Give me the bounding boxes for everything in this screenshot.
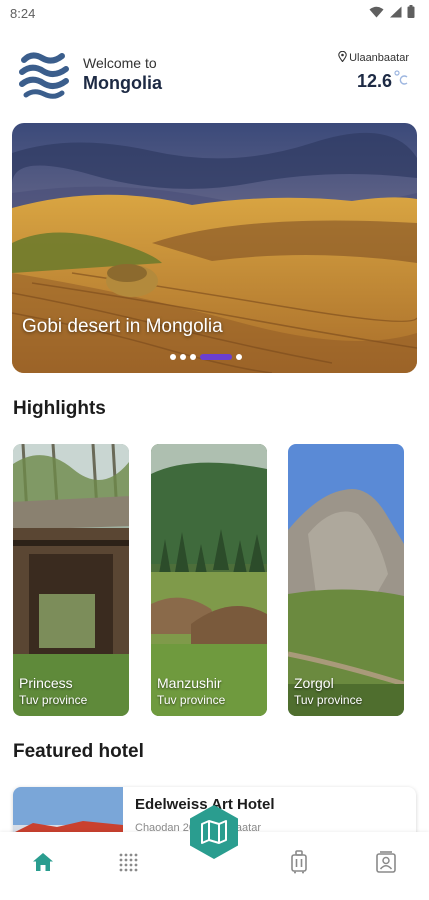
highlight-name: Manzushir xyxy=(157,675,222,691)
grid-icon[interactable] xyxy=(114,848,142,876)
carousel-dot[interactable] xyxy=(180,354,186,360)
status-time: 8:24 xyxy=(10,5,36,21)
signal-icon xyxy=(389,6,402,21)
location-name: Ulaanbaatar xyxy=(349,52,409,64)
highlights-list[interactable]: Princess Tuv province Manzushir Tuv prov… xyxy=(13,444,429,716)
highlights-title: Highlights xyxy=(13,398,106,419)
highlight-province: Tuv province xyxy=(157,693,226,707)
celsius-icon xyxy=(393,69,409,85)
weather-widget[interactable]: Ulaanbaatar 12.6 xyxy=(338,50,409,92)
highlight-province: Tuv province xyxy=(294,693,363,707)
location: Ulaanbaatar xyxy=(338,50,409,65)
greeting: Welcome to xyxy=(83,54,157,71)
luggage-icon[interactable] xyxy=(285,848,313,876)
hero-caption: Gobi desert in Mongolia xyxy=(22,316,223,337)
wifi-icon xyxy=(369,6,384,21)
temperature: 12.6 xyxy=(338,69,409,92)
highlight-card-princess[interactable]: Princess Tuv province xyxy=(13,444,129,716)
carousel-dot[interactable] xyxy=(236,354,242,360)
highlight-card-manzushir[interactable]: Manzushir Tuv province xyxy=(151,444,267,716)
status-icons xyxy=(369,5,415,21)
status-bar: 8:24 xyxy=(0,0,429,26)
hero-carousel[interactable]: Gobi desert in Mongolia xyxy=(12,123,417,373)
highlight-card-zorgol[interactable]: Zorgol Tuv province xyxy=(288,444,404,716)
temperature-value: 12.6 xyxy=(356,71,392,91)
waves-logo xyxy=(18,48,70,100)
home-icon[interactable] xyxy=(29,848,57,876)
battery-icon xyxy=(407,5,415,21)
app-header: Welcome to Mongolia Ulaanbaatar 12.6 xyxy=(18,45,413,103)
country-name: Mongolia xyxy=(83,72,162,93)
welcome-text: Welcome to Mongolia xyxy=(83,55,162,94)
highlight-name: Princess xyxy=(19,675,73,691)
location-pin-icon xyxy=(338,50,347,65)
carousel-indicator[interactable] xyxy=(170,354,242,360)
carousel-dot-active[interactable] xyxy=(200,354,232,360)
highlight-province: Tuv province xyxy=(19,693,88,707)
carousel-dot[interactable] xyxy=(190,354,196,360)
map-icon[interactable] xyxy=(185,803,243,861)
featured-hotel-title: Featured hotel xyxy=(13,741,144,762)
profile-icon[interactable] xyxy=(372,848,400,876)
carousel-dot[interactable] xyxy=(170,354,176,360)
highlight-name: Zorgol xyxy=(294,675,334,691)
